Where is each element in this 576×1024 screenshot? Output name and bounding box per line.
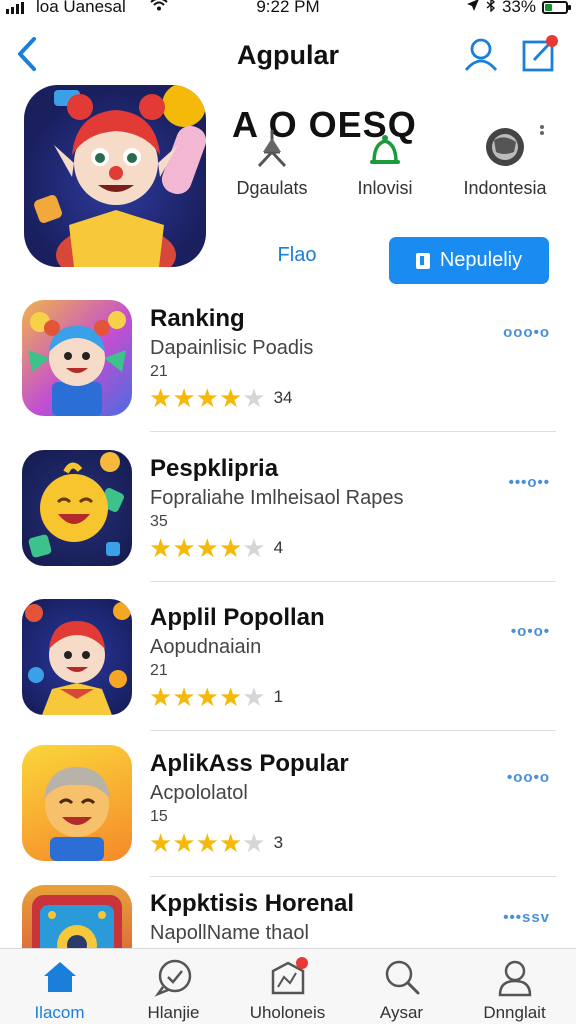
rating-count: 34 [273, 388, 293, 407]
app-subtitle: Dapainlisic Poadis [150, 337, 314, 359]
meta-region: Indontesia [455, 126, 555, 199]
featured-app-icon[interactable] [24, 85, 206, 267]
app-more-button[interactable]: •o•o• [511, 623, 550, 640]
star-empty-icon: ★ [242, 828, 266, 858]
tripod-icon [251, 126, 293, 168]
secondary-action-button[interactable]: Flao [262, 244, 332, 267]
star-filled-icon: ★ [172, 828, 196, 858]
app-more-button[interactable]: ooo•o [503, 324, 550, 341]
tab-notifications[interactable]: Uholoneis [230, 957, 345, 1023]
star-filled-icon: ★ [172, 682, 196, 712]
star-filled-icon: ★ [149, 383, 173, 413]
meta-developer: Dgaulats [228, 126, 316, 199]
star-filled-icon: ★ [218, 383, 243, 413]
bluetooth-icon [486, 0, 496, 17]
meta-notifications: Inlovisi [345, 126, 425, 199]
battery-icon [542, 0, 571, 14]
primary-action-label: Nepuleliy [439, 249, 523, 271]
list-item[interactable]: Pespklipria Fopraliahe Imlheisaol Rapes … [0, 450, 576, 598]
home-icon [40, 957, 80, 997]
primary-action-button[interactable]: Nepuleliy [389, 237, 549, 284]
divider [150, 730, 556, 731]
star-filled-icon: ★ [149, 828, 173, 858]
app-icon [22, 745, 132, 861]
app-icon [22, 450, 132, 566]
star-empty-icon: ★ [242, 383, 266, 413]
app-icon [22, 599, 132, 715]
app-name: Pespklipria [150, 455, 279, 482]
app-more-button[interactable]: •••o•• [509, 474, 550, 491]
meta-label: Indontesia [463, 178, 547, 198]
app-more-button[interactable]: •oo•o [507, 769, 550, 786]
app-name: AplikAss Popular [150, 750, 349, 777]
divider [150, 876, 556, 877]
star-filled-icon: ★ [195, 828, 219, 858]
location-icon [466, 0, 480, 17]
star-filled-icon: ★ [172, 383, 196, 413]
rating-count: 1 [273, 687, 284, 706]
app-count: 21 [150, 662, 168, 679]
app-more-button[interactable]: •••ssv [503, 909, 550, 926]
search-icon [382, 957, 422, 997]
app-subtitle: NapollName thaol [150, 922, 309, 944]
tab-bar: Ilacom Hlanjie Uholoneis Aysar Dnnglait [0, 948, 576, 1024]
star-filled-icon: ★ [149, 682, 173, 712]
star-rating: ★ ★ ★ ★ ★ 34 [149, 385, 292, 411]
edit-icon [522, 35, 558, 72]
rating-count: 4 [273, 538, 284, 557]
star-filled-icon: ★ [172, 533, 196, 563]
star-empty-icon: ★ [242, 533, 266, 563]
app-subtitle: Aopudnaiain [150, 636, 262, 658]
tab-search[interactable]: Aysar [344, 957, 459, 1023]
tab-chat[interactable]: Hlanjie [116, 957, 231, 1023]
document-icon [415, 252, 430, 269]
app-subtitle: Fopraliahe Imlheisaol Rapes [150, 487, 404, 509]
star-filled-icon: ★ [218, 533, 243, 563]
app-name: Ranking [150, 305, 245, 332]
star-filled-icon: ★ [195, 383, 219, 413]
divider [150, 431, 556, 432]
globe-icon [484, 126, 526, 168]
list-item[interactable]: AplikAss Popular Acpololatol 15 ★ ★ ★ ★ ★ 3 •… [0, 745, 576, 893]
app-subtitle: Acpololatol [150, 782, 248, 804]
divider [150, 581, 556, 582]
notification-icon [268, 957, 308, 997]
status-bar: loa Uanesal 9:22 PM 33% [0, 0, 576, 22]
star-filled-icon: ★ [195, 533, 219, 563]
list-item[interactable]: Ranking Dapainlisic Poadis 21 ★ ★ ★ ★ ★ 34 oo… [0, 300, 576, 448]
star-filled-icon: ★ [218, 682, 243, 712]
user-icon [464, 38, 498, 71]
star-rating: ★ ★ ★ ★ ★ 3 [149, 830, 283, 856]
list-item[interactable]: Applil Popollan Aopudnaiain 21 ★ ★ ★ ★ ★ 1 •o… [0, 599, 576, 747]
meta-label: Inlovisi [357, 178, 413, 198]
star-empty-icon: ★ [242, 682, 266, 712]
star-filled-icon: ★ [195, 682, 219, 712]
battery-percent: 33% [501, 0, 536, 16]
app-name: Applil Popollan [150, 604, 325, 631]
tab-label: Hlanjie [147, 1003, 200, 1022]
profile-icon [495, 957, 535, 997]
app-name: Kppktisis Horenal [150, 890, 355, 917]
app-count: 35 [150, 513, 168, 530]
rating-count: 3 [273, 833, 284, 852]
app-icon [22, 300, 132, 416]
tab-profile[interactable]: Dnnglait [457, 957, 572, 1023]
star-rating: ★ ★ ★ ★ ★ 1 [149, 684, 283, 710]
tab-home[interactable]: Ilacom [2, 957, 117, 1023]
tab-label: Aysar [379, 1003, 424, 1022]
tab-label: Ilacom [34, 1003, 85, 1022]
tab-label: Uholoneis [249, 1003, 326, 1022]
bell-icon [364, 126, 406, 168]
app-count: 15 [150, 808, 168, 825]
star-filled-icon: ★ [149, 533, 173, 563]
meta-label: Dgaulats [236, 178, 308, 198]
tab-label: Dnnglait [483, 1003, 546, 1022]
star-rating: ★ ★ ★ ★ ★ 4 [149, 535, 283, 561]
account-button[interactable] [463, 36, 499, 72]
app-count: 21 [150, 363, 168, 380]
chat-icon [154, 957, 194, 997]
compose-button[interactable] [520, 33, 562, 73]
star-filled-icon: ★ [218, 828, 243, 858]
